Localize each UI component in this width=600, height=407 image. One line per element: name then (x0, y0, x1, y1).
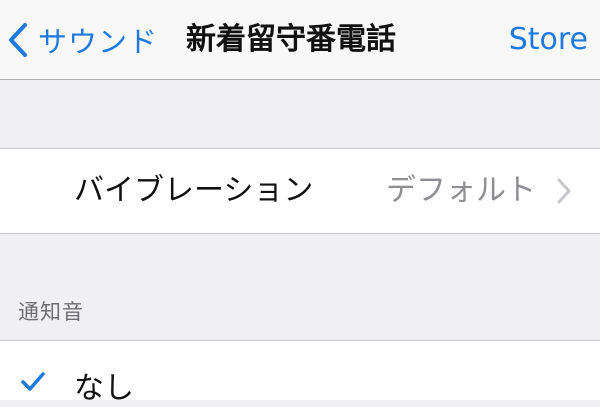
page-title: 新着留守番電話 (186, 22, 396, 57)
store-button[interactable]: Store (509, 0, 588, 80)
navigation-bar: サウンド 新着留守番電話 Store (0, 0, 600, 80)
chevron-right-icon (556, 177, 572, 209)
section-header-tones: 通知音 (18, 300, 84, 324)
tone-item-none[interactable]: なし (0, 340, 600, 406)
tone-item-label: なし (74, 371, 134, 406)
vibration-label: バイブレーション (74, 173, 314, 208)
chevron-left-icon (8, 22, 28, 58)
vibration-value: デフォルト (386, 173, 536, 208)
back-button[interactable]: サウンド (0, 0, 158, 80)
checkmark-icon (20, 371, 46, 397)
back-button-label: サウンド (38, 25, 159, 59)
vibration-cell[interactable]: バイブレーション デフォルト (0, 148, 600, 234)
